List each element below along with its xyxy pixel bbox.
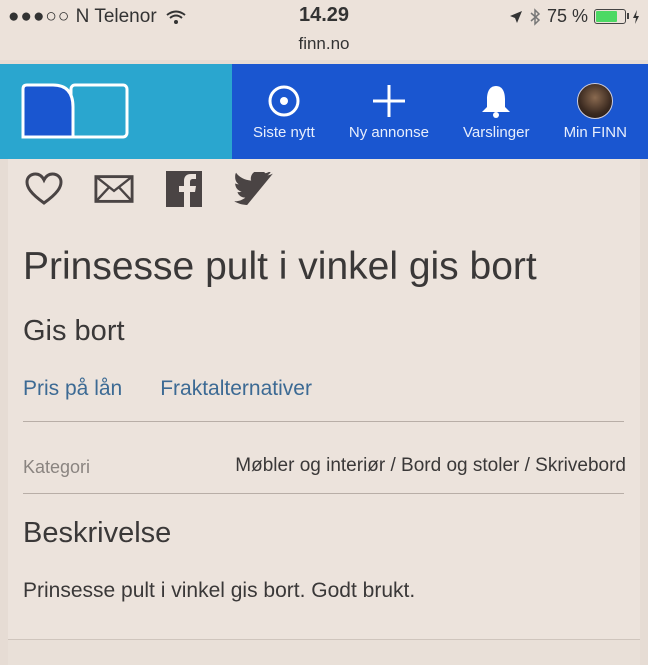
battery-icon bbox=[594, 9, 629, 24]
twitter-icon bbox=[234, 172, 273, 205]
ad-content: Prinsesse pult i vinkel gis bort Gis bor… bbox=[8, 159, 640, 639]
target-icon bbox=[268, 85, 300, 117]
email-share-button[interactable] bbox=[94, 171, 134, 207]
bell-icon bbox=[482, 86, 511, 118]
loan-price-link[interactable]: Pris på lån bbox=[23, 377, 122, 401]
nav-item-ny-annonse[interactable]: Ny annonse bbox=[349, 64, 429, 159]
ad-title: Prinsesse pult i vinkel gis bort bbox=[23, 245, 537, 288]
share-row bbox=[24, 171, 274, 207]
description-heading: Beskrivelse bbox=[23, 517, 172, 549]
status-bar: ●●●○○ N Telenor 14.29 finn.no 75 % bbox=[0, 0, 648, 60]
heart-icon bbox=[25, 172, 63, 205]
finn-logo-icon bbox=[21, 83, 129, 139]
location-arrow-icon bbox=[509, 10, 522, 23]
charging-icon bbox=[633, 9, 639, 24]
battery-percent: 75 % bbox=[546, 6, 588, 26]
favorite-button[interactable] bbox=[24, 171, 64, 207]
bottom-strip bbox=[8, 639, 640, 665]
nav-item-label: Min FINN bbox=[563, 124, 627, 141]
finn-logo[interactable] bbox=[0, 64, 232, 159]
twitter-share-button[interactable] bbox=[234, 171, 274, 207]
nav-item-label: Varslinger bbox=[463, 124, 530, 141]
nav-item-label: Siste nytt bbox=[253, 124, 315, 141]
nav-menu: Siste nytt Ny annonse Varslinger Min FIN… bbox=[232, 64, 648, 159]
divider bbox=[23, 493, 624, 494]
plus-icon bbox=[372, 85, 405, 117]
category-breadcrumb[interactable]: Møbler og interiør / Bord og stoler / Sk… bbox=[235, 455, 626, 477]
divider bbox=[23, 421, 624, 422]
nav-item-min-finn[interactable]: Min FINN bbox=[564, 64, 627, 159]
nav-item-varslinger[interactable]: Varslinger bbox=[463, 64, 529, 159]
facebook-icon bbox=[166, 171, 202, 207]
url-bar[interactable]: finn.no bbox=[0, 34, 648, 54]
nav-item-siste-nytt[interactable]: Siste nytt bbox=[253, 64, 315, 159]
ad-links: Pris på lån Fraktalternativer bbox=[23, 377, 312, 401]
site-nav: Siste nytt Ny annonse Varslinger Min FIN… bbox=[0, 64, 648, 159]
battery-fill bbox=[596, 11, 617, 22]
status-right: 75 % bbox=[509, 6, 640, 27]
ad-price: Gis bort bbox=[23, 315, 125, 347]
avatar bbox=[577, 83, 614, 119]
facebook-share-button[interactable] bbox=[164, 171, 204, 207]
mail-icon bbox=[94, 175, 134, 203]
category-label: Kategori bbox=[23, 457, 91, 477]
shipping-options-link[interactable]: Fraktalternativer bbox=[160, 377, 312, 401]
bluetooth-icon bbox=[530, 7, 541, 26]
nav-item-label: Ny annonse bbox=[348, 124, 429, 141]
description-text: Prinsesse pult i vinkel gis bort. Godt b… bbox=[23, 579, 416, 602]
